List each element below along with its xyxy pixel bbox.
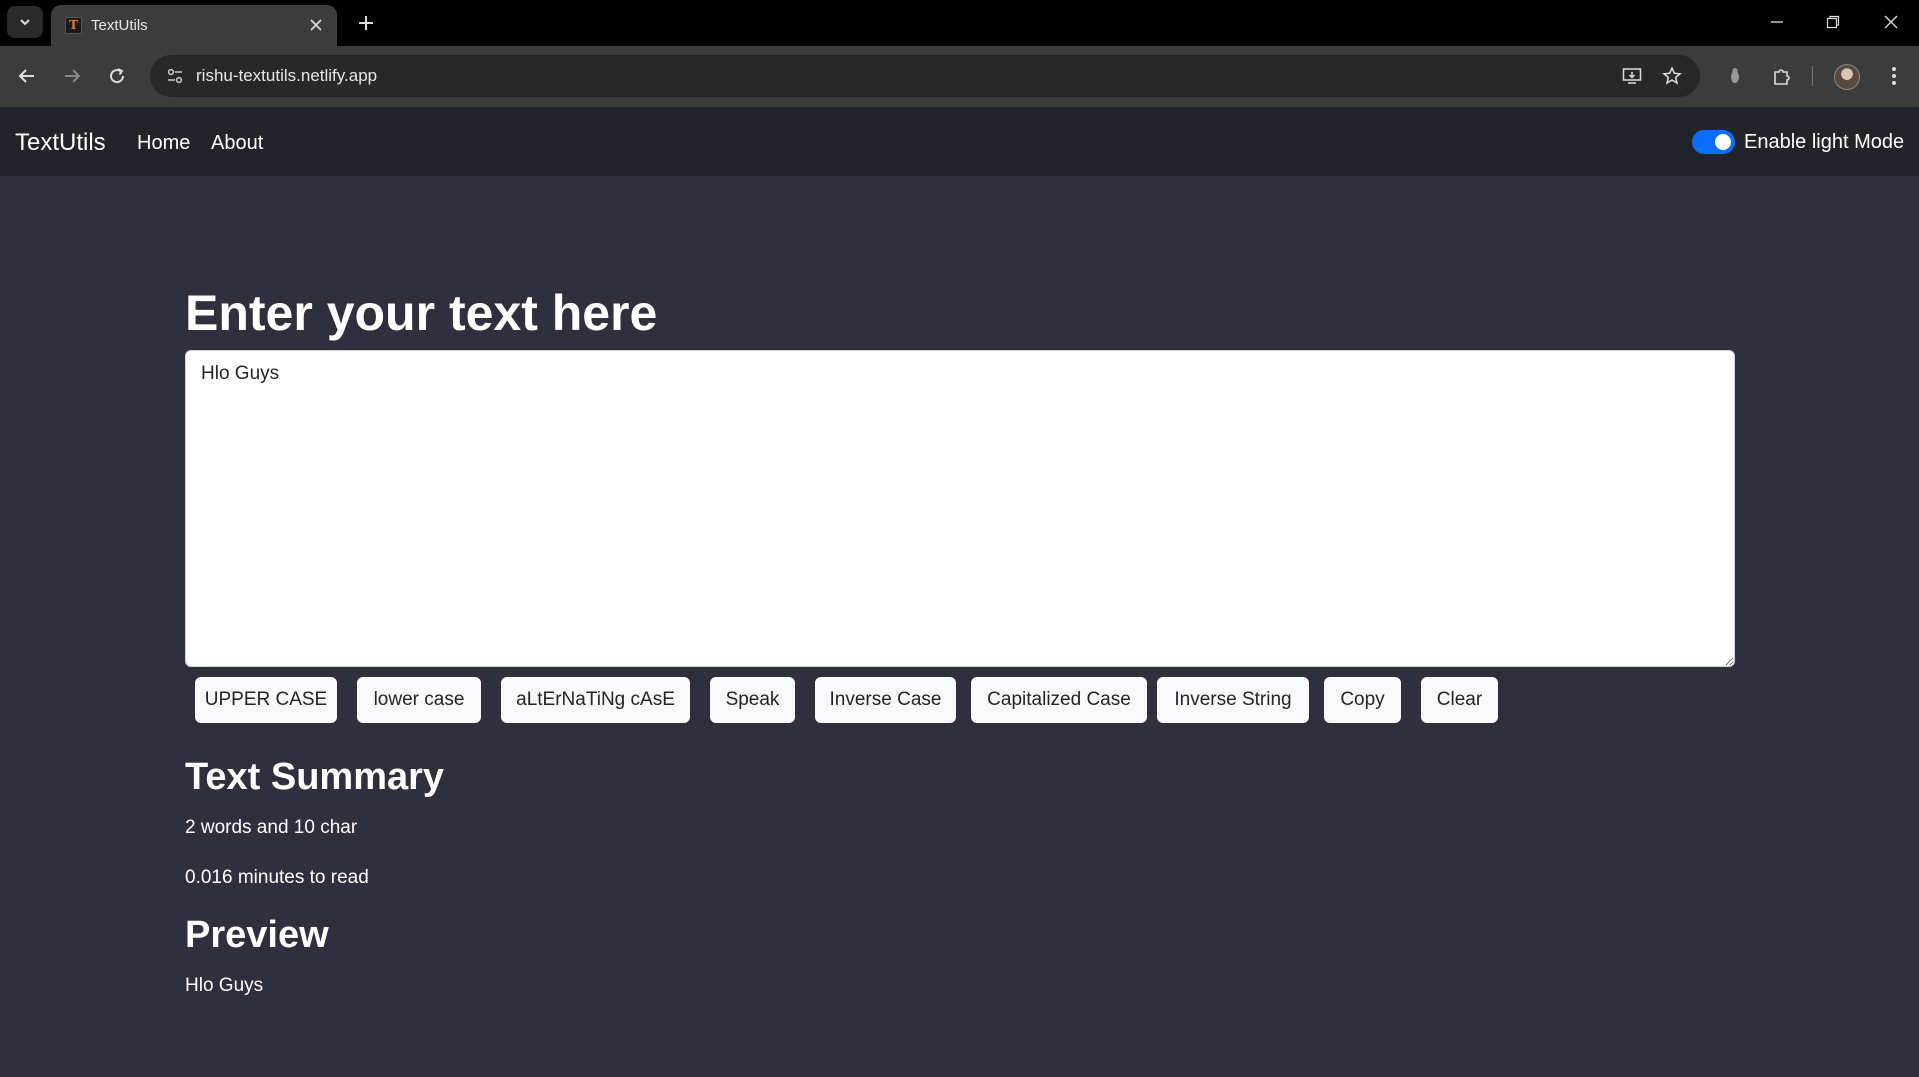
back-arrow-icon [18, 69, 34, 83]
toggle-knob [1715, 134, 1731, 150]
tune-icon [167, 68, 183, 84]
page-title: Enter your text here [185, 285, 658, 341]
nav-link-home[interactable]: Home [137, 132, 190, 155]
chevron-down-icon [20, 19, 30, 26]
close-window-button[interactable] [1869, 6, 1913, 38]
navbar: TextUtils Home About Enable light Mode [0, 107, 1919, 176]
close-icon [310, 19, 322, 31]
text-input[interactable]: Hlo Guys [185, 350, 1735, 667]
browser-menu-button[interactable] [1876, 58, 1912, 94]
uppercase-button[interactable]: UPPER CASE [195, 677, 337, 723]
forward-arrow-icon [65, 69, 81, 83]
navbar-brand[interactable]: TextUtils [15, 129, 106, 157]
toolbar-divider [1812, 66, 1813, 86]
clear-button[interactable]: Clear [1421, 677, 1498, 723]
alternating-case-button[interactable]: aLtErNaTiNg cAsE [501, 677, 690, 723]
address-bar[interactable]: rishu-textutils.netlify.app [150, 55, 1700, 97]
light-mode-toggle[interactable] [1692, 130, 1735, 154]
star-icon [1662, 66, 1682, 85]
browser-tab[interactable]: T TextUtils [51, 5, 337, 46]
text-summary-heading: Text Summary [185, 756, 445, 798]
nav-link-about[interactable]: About [211, 132, 263, 155]
word-char-count: 2 words and 10 char [185, 817, 358, 838]
reload-icon [110, 68, 125, 84]
restore-icon [1826, 15, 1840, 29]
install-app-icon [1622, 68, 1642, 84]
url-text[interactable]: rishu-textutils.netlify.app [196, 66, 377, 86]
bookmark-button[interactable] [1657, 61, 1687, 91]
speak-button[interactable]: Speak [710, 677, 795, 723]
tab-close-button[interactable] [305, 14, 327, 36]
puzzle-icon [1774, 69, 1790, 85]
extension-icon [1731, 68, 1739, 83]
minimize-icon [1771, 21, 1783, 23]
preview-heading: Preview [185, 914, 329, 956]
install-app-button[interactable] [1617, 61, 1647, 91]
inverse-case-button[interactable]: Inverse Case [815, 677, 956, 723]
close-icon [1884, 15, 1898, 29]
preview-text: Hlo Guys [185, 975, 264, 996]
extensions-button[interactable] [1764, 58, 1800, 94]
read-time: 0.016 minutes to read [185, 867, 369, 888]
kebab-menu-icon [1892, 67, 1896, 85]
browser-toolbar: rishu-textutils.netlify.app [0, 46, 1919, 107]
textutils-favicon-icon: T [65, 17, 82, 34]
light-mode-toggle-label[interactable]: Enable light Mode [1744, 131, 1904, 154]
browser-tabstrip: T TextUtils [0, 0, 1919, 46]
extension-pin-button[interactable] [1717, 58, 1753, 94]
site-info-button[interactable] [160, 61, 190, 91]
tab-list-button[interactable] [7, 6, 43, 38]
tab-title: TextUtils [91, 17, 148, 34]
reload-button[interactable] [99, 58, 135, 94]
plus-icon [359, 16, 373, 30]
restore-button[interactable] [1811, 6, 1855, 38]
new-tab-button[interactable] [352, 9, 380, 37]
back-button[interactable] [9, 58, 45, 94]
lowercase-button[interactable]: lower case [357, 677, 481, 723]
copy-button[interactable]: Copy [1324, 677, 1401, 723]
forward-button[interactable] [54, 58, 90, 94]
minimize-button[interactable] [1755, 6, 1799, 38]
avatar[interactable] [1834, 64, 1860, 90]
capitalized-case-button[interactable]: Capitalized Case [971, 677, 1147, 723]
inverse-string-button[interactable]: Inverse String [1157, 677, 1309, 723]
